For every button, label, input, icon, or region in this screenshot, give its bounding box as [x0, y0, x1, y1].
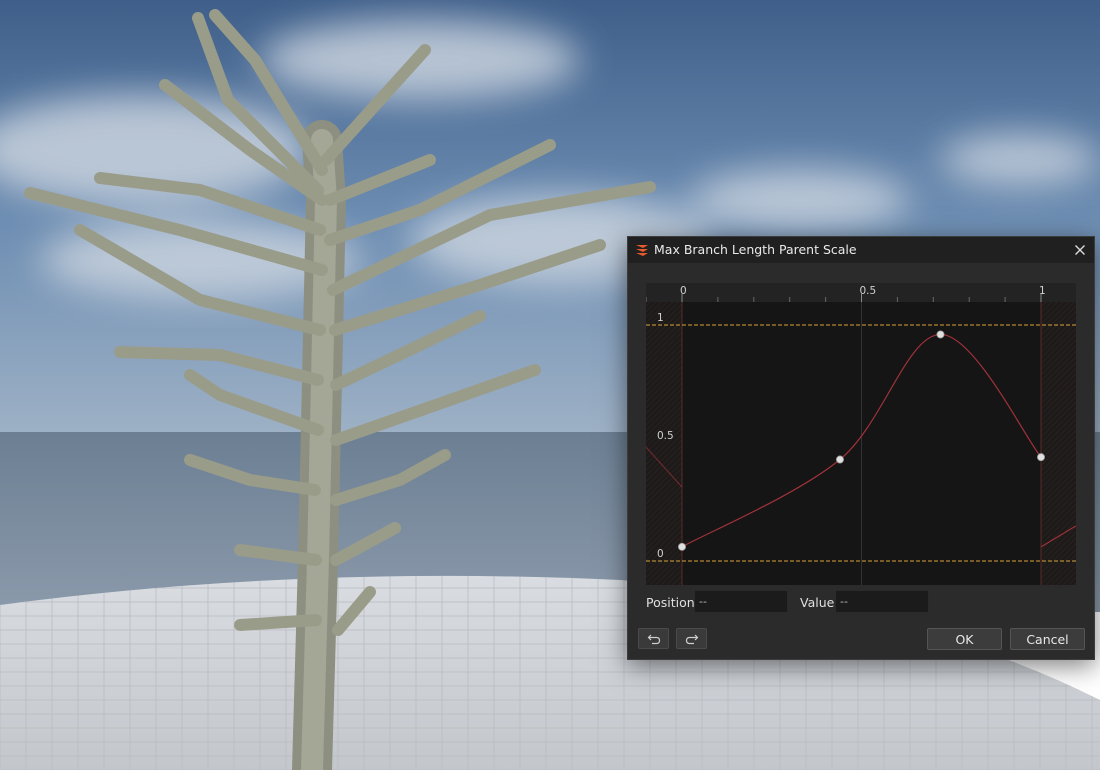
- curve-editor-dialog: Max Branch Length Parent Scale 0 0.5 1 1 0.5…: [627, 236, 1095, 660]
- cancel-button[interactable]: Cancel: [1010, 628, 1085, 650]
- redo-button[interactable]: [676, 628, 707, 649]
- value-label: Value: [800, 595, 835, 610]
- position-label: Position: [646, 595, 695, 610]
- undo-icon: [647, 634, 660, 644]
- undo-button[interactable]: [638, 628, 669, 649]
- curve-editor-canvas[interactable]: 0 0.5 1 1 0.5 0: [646, 283, 1076, 585]
- x-tick-label: 0.5: [860, 285, 877, 297]
- dialog-title: Max Branch Length Parent Scale: [654, 242, 857, 257]
- curve-control-point[interactable]: [1036, 453, 1045, 462]
- x-tick-label: 1: [1039, 285, 1046, 297]
- position-input[interactable]: [694, 590, 788, 613]
- dialog-titlebar[interactable]: Max Branch Length Parent Scale: [628, 237, 1094, 263]
- y-tick-label: 1: [657, 312, 664, 324]
- y-tick-label: 0.5: [657, 430, 674, 442]
- layers-logo-icon: [634, 242, 650, 258]
- curve-control-point[interactable]: [936, 330, 945, 339]
- ok-button[interactable]: OK: [927, 628, 1002, 650]
- curve-control-point[interactable]: [835, 455, 844, 464]
- close-icon: [1075, 245, 1085, 255]
- y-tick-label: 0: [657, 548, 664, 560]
- curve-control-point[interactable]: [678, 542, 687, 551]
- x-tick-label: 0: [680, 285, 687, 297]
- value-input[interactable]: [835, 590, 929, 613]
- close-button[interactable]: [1070, 240, 1090, 260]
- redo-icon: [685, 634, 698, 644]
- point-fields: Position Value: [628, 590, 1096, 614]
